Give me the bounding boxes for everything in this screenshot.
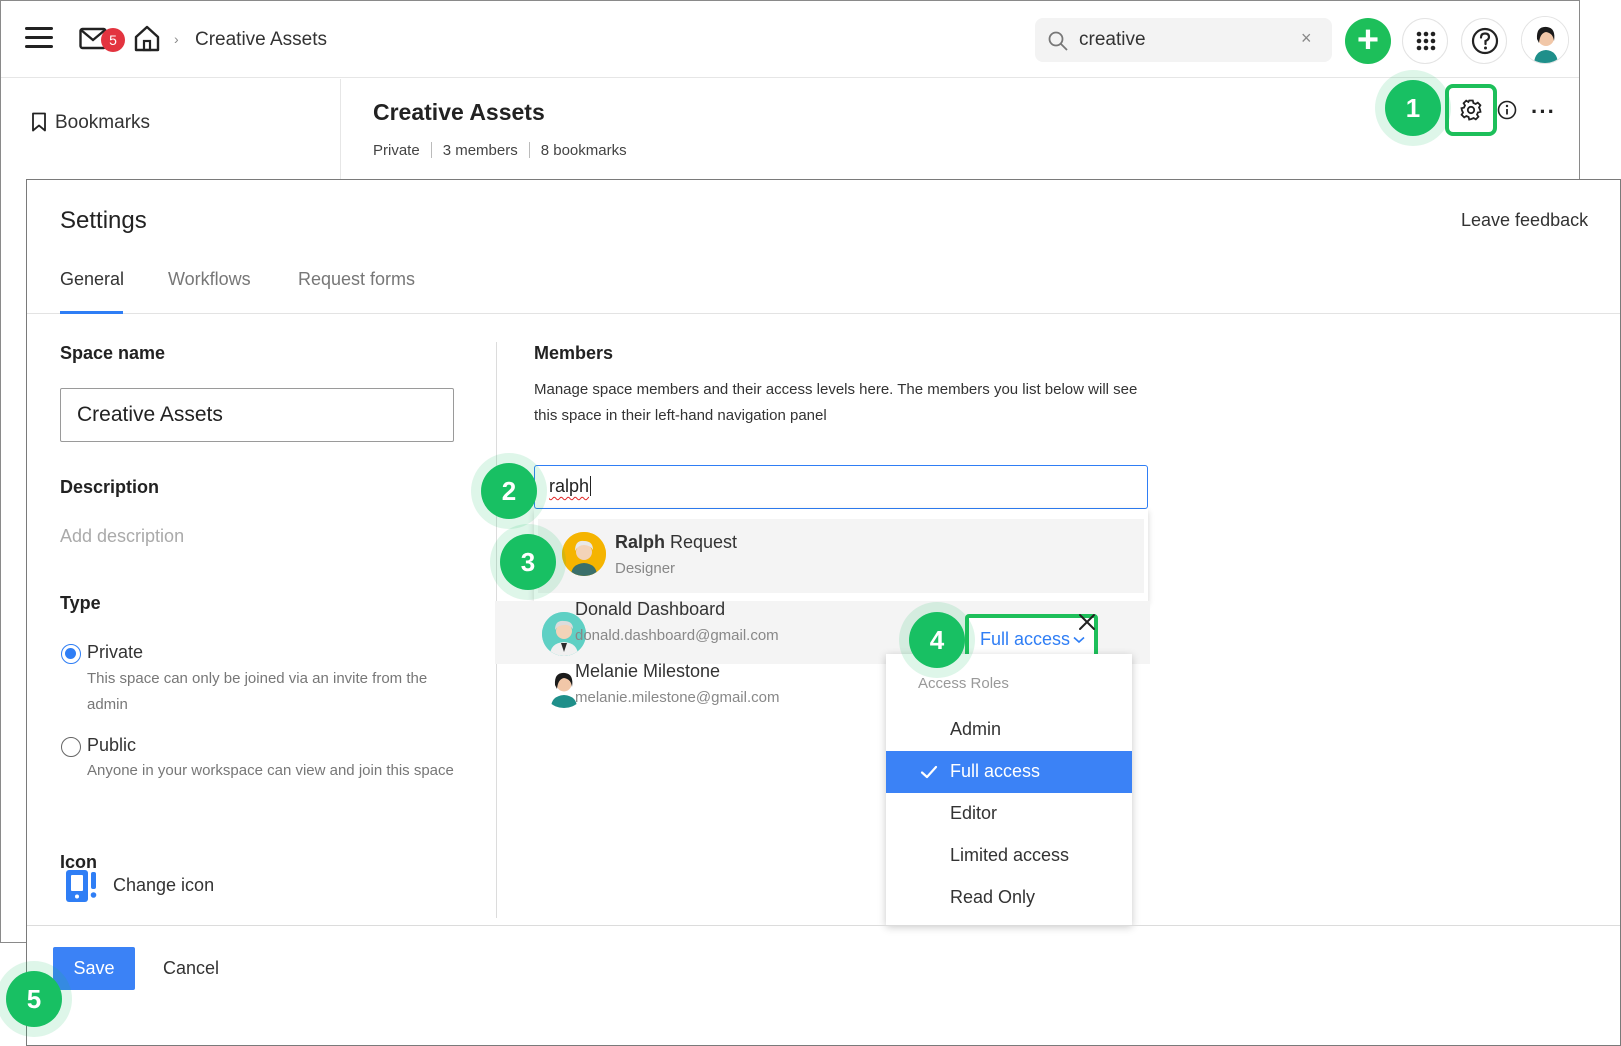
menu-item-limited-access[interactable]: Limited access xyxy=(886,835,1132,877)
dialog-title: Settings xyxy=(60,207,147,234)
private-description: This space can only be joined via an inv… xyxy=(87,670,428,713)
step-callout-3: 3 xyxy=(500,534,556,590)
search-icon xyxy=(1048,31,1068,51)
space-bookmark-count: 8 bookmarks xyxy=(540,142,627,159)
step-callout-2: 2 xyxy=(481,463,537,519)
apps-grid-button[interactable] xyxy=(1402,18,1448,64)
cancel-button[interactable]: Cancel xyxy=(163,958,219,979)
tab-general[interactable]: General xyxy=(60,269,124,290)
gear-icon xyxy=(1460,99,1482,121)
hamburger-menu-icon[interactable] xyxy=(25,27,53,49)
member-search-input[interactable]: ralph xyxy=(534,465,1148,509)
sidebar-item-bookmarks[interactable]: Bookmarks xyxy=(55,112,150,134)
page-title: Creative Assets xyxy=(373,99,545,125)
step-callout-5: 5 xyxy=(6,971,62,1027)
description-input[interactable]: Add description xyxy=(60,526,184,547)
access-roles-heading: Access Roles xyxy=(918,675,1009,692)
remove-member-icon[interactable] xyxy=(1076,611,1098,633)
member-name-melanie: Melanie Milestone xyxy=(575,661,721,681)
create-button[interactable]: + xyxy=(1345,18,1391,64)
menu-item-limited-access-label: Limited access xyxy=(950,845,1070,865)
menu-item-editor[interactable]: Editor xyxy=(886,793,1132,835)
type-label: Type xyxy=(60,593,101,613)
member-search-value: ralph xyxy=(549,476,590,496)
bookmark-icon xyxy=(32,112,46,132)
settings-button[interactable] xyxy=(1445,84,1497,136)
space-icon[interactable] xyxy=(64,868,100,904)
help-button[interactable] xyxy=(1461,18,1507,64)
clear-search-icon[interactable]: × xyxy=(1301,28,1312,49)
tabs-divider xyxy=(27,313,1620,314)
step-callout-4: 4 xyxy=(909,612,965,668)
member-email-melanie: melanie.milestone@gmail.com xyxy=(575,689,780,706)
suggestion-first-name: Ralph xyxy=(615,532,666,552)
leave-feedback-link[interactable]: Leave feedback xyxy=(1461,210,1588,231)
menu-item-editor-label: Editor xyxy=(950,803,998,823)
user-avatar-icon xyxy=(1522,17,1568,63)
change-icon-button[interactable]: Change icon xyxy=(113,875,214,896)
space-name-input[interactable]: Creative Assets xyxy=(60,388,454,442)
member-email-donald: donald.dashboard@gmail.com xyxy=(575,627,779,644)
text-caret xyxy=(590,476,592,496)
search-input[interactable]: creative xyxy=(1079,29,1146,51)
menu-item-admin-label: Admin xyxy=(950,719,1002,739)
menu-item-full-access-label: Full access xyxy=(950,761,1041,781)
suggestion-name: Ralph Request xyxy=(615,532,737,553)
menu-item-read-only[interactable]: Read Only xyxy=(886,877,1132,919)
members-description: Manage space members and their access le… xyxy=(534,381,1138,424)
more-options-icon[interactable]: ··· xyxy=(1531,99,1556,125)
avatar-ralph xyxy=(562,532,606,576)
help-icon xyxy=(1471,27,1499,55)
user-avatar[interactable] xyxy=(1521,16,1569,64)
top-bar: 5 › Creative Assets creative × + xyxy=(1,1,1579,78)
members-label: Members xyxy=(534,343,614,363)
home-icon[interactable] xyxy=(132,23,162,53)
avatar-ralph-icon xyxy=(562,532,606,576)
menu-item-admin[interactable]: Admin xyxy=(886,709,1132,751)
space-visibility: Private xyxy=(373,142,420,159)
private-label[interactable]: Private xyxy=(87,642,143,663)
space-name-label: Space name xyxy=(60,343,166,363)
step-callout-1: 1 xyxy=(1385,80,1441,136)
apps-grid-icon xyxy=(1416,31,1436,51)
settings-dialog: Settings Leave feedback General Workflow… xyxy=(26,179,1621,1046)
footer-divider xyxy=(27,925,1620,926)
private-radio[interactable] xyxy=(61,644,81,664)
space-meta: Private 3 members 8 bookmarks xyxy=(373,142,627,159)
notification-badge: 5 xyxy=(101,28,125,52)
info-icon[interactable] xyxy=(1497,100,1517,120)
public-description: Anyone in your workspace can view and jo… xyxy=(87,762,454,779)
checkmark-icon xyxy=(920,765,938,779)
suggestion-role: Designer xyxy=(615,560,676,577)
suggestion-last-name: Request xyxy=(665,532,738,552)
chevron-right-icon: › xyxy=(174,31,179,47)
menu-item-full-access[interactable]: Full access xyxy=(886,751,1132,793)
save-button[interactable]: Save xyxy=(53,947,135,990)
member-name-donald: Donald Dashboard xyxy=(575,599,726,619)
suggestion-item[interactable] xyxy=(538,519,1144,593)
access-level-value: Full access xyxy=(980,629,1071,649)
chevron-down-icon xyxy=(1073,636,1085,644)
tab-request-forms[interactable]: Request forms xyxy=(298,269,415,290)
breadcrumb[interactable]: Creative Assets xyxy=(195,29,327,51)
tab-workflows[interactable]: Workflows xyxy=(168,269,251,290)
description-label: Description xyxy=(60,477,160,497)
space-member-count: 3 members xyxy=(442,142,518,159)
public-label[interactable]: Public xyxy=(87,735,136,756)
active-tab-indicator xyxy=(60,311,123,314)
access-roles-menu: Access Roles Admin Full access Editor Li… xyxy=(886,654,1132,925)
menu-item-read-only-label: Read Only xyxy=(950,887,1036,907)
public-radio[interactable] xyxy=(61,737,81,757)
